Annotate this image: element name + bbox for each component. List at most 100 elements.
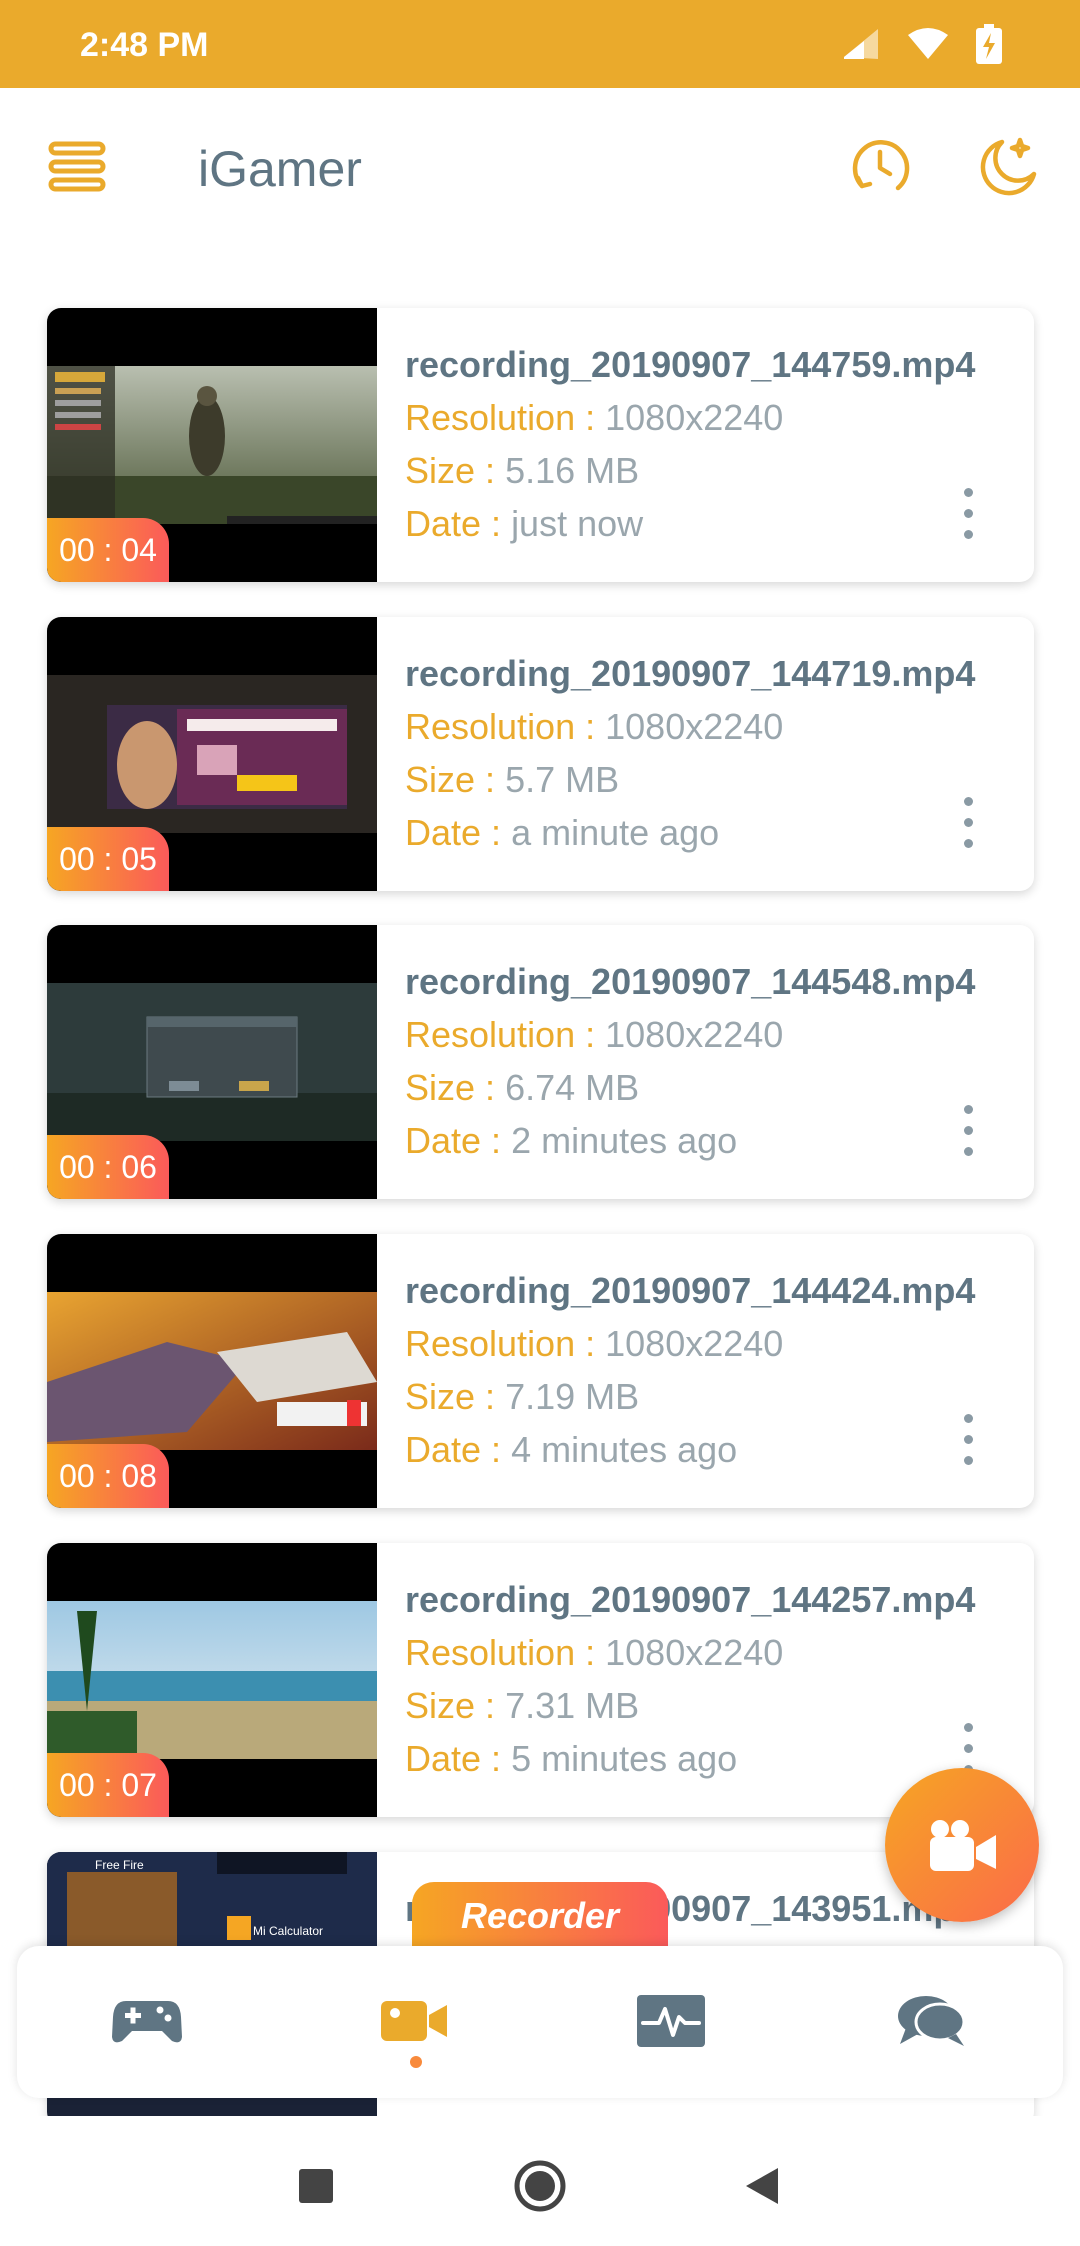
date-value: just now <box>511 503 644 544</box>
date-row: Date : 2 minutes ago <box>405 1114 975 1167</box>
resolution-label: Resolution : <box>405 706 596 747</box>
system-navigation-bar <box>0 2116 1080 2246</box>
nav-recordings[interactable] <box>375 1986 455 2056</box>
nav-activity[interactable] <box>631 1986 711 2056</box>
duration-badge: 00 : 07 <box>47 1753 169 1817</box>
resolution-row: Resolution : 1080x2240 <box>405 1008 975 1061</box>
resolution-value: 1080x2240 <box>605 397 784 438</box>
date-value: a minute ago <box>511 812 720 853</box>
game-thumbnail-island <box>47 1601 377 1759</box>
size-label: Size : <box>405 450 496 491</box>
nav-games[interactable] <box>107 1986 187 2056</box>
more-options-button[interactable] <box>958 1414 978 1470</box>
date-label: Date : <box>405 1429 502 1470</box>
size-label: Size : <box>405 1376 496 1417</box>
more-options-button[interactable] <box>958 1105 978 1161</box>
back-triangle-icon <box>746 2168 778 2204</box>
square-icon <box>299 2169 333 2203</box>
video-thumbnail[interactable]: 00 : 05 <box>47 617 377 891</box>
more-vert-icon <box>963 1414 973 1423</box>
size-label: Size : <box>405 1067 496 1108</box>
resolution-value: 1080x2240 <box>605 1014 784 1055</box>
thumb-caption-game: Free Fire <box>95 1858 144 1872</box>
size-value: 7.31 MB <box>505 1685 640 1726</box>
back-button[interactable] <box>732 2156 792 2216</box>
date-value: 2 minutes ago <box>511 1120 738 1161</box>
date-label: Date : <box>405 812 502 853</box>
bottom-navigation <box>17 1946 1063 2098</box>
file-name: recording_20190907_144759.mp4 <box>405 344 976 385</box>
chat-icon <box>898 1996 966 2046</box>
more-vert-icon <box>963 1105 973 1114</box>
thumb-caption-app: Mi Calculator <box>253 1924 324 1938</box>
date-value: 4 minutes ago <box>511 1429 738 1470</box>
recording-info: recording_20190907_144759.mp4 Resolution… <box>405 338 975 550</box>
size-row: Size : 7.19 MB <box>405 1370 975 1423</box>
home-circle-icon <box>514 2160 566 2212</box>
resolution-value: 1080x2240 <box>605 706 784 747</box>
size-row: Size : 7.31 MB <box>405 1679 975 1732</box>
duration-badge: 00 : 06 <box>47 1135 169 1199</box>
game-thumbnail-dialog <box>47 983 377 1141</box>
more-vert-icon <box>963 797 973 806</box>
size-value: 5.7 MB <box>505 759 620 800</box>
resolution-value: 1080x2240 <box>605 1323 784 1364</box>
recording-card[interactable]: 00 : 05 recording_20190907_144719.mp4 Re… <box>47 617 1034 891</box>
file-name: recording_20190907_144257.mp4 <box>405 1579 976 1620</box>
video-thumbnail[interactable]: 00 : 07 <box>47 1543 377 1817</box>
size-value: 6.74 MB <box>505 1067 640 1108</box>
date-label: Date : <box>405 503 502 544</box>
resolution-label: Resolution : <box>405 1632 596 1673</box>
date-value: 5 minutes ago <box>511 1738 738 1779</box>
size-label: Size : <box>405 759 496 800</box>
file-name: recording_20190907_144719.mp4 <box>405 653 976 694</box>
video-camera-icon <box>930 1820 996 1871</box>
date-row: Date : 4 minutes ago <box>405 1423 975 1476</box>
date-row: Date : just now <box>405 497 975 550</box>
resolution-label: Resolution : <box>405 1323 596 1364</box>
resolution-row: Resolution : 1080x2240 <box>405 700 975 753</box>
home-button[interactable] <box>510 2156 570 2216</box>
size-row: Size : 5.16 MB <box>405 444 975 497</box>
active-tab-indicator <box>410 2056 422 2068</box>
size-row: Size : 6.74 MB <box>405 1061 975 1114</box>
resolution-value: 1080x2240 <box>605 1632 784 1673</box>
resolution-row: Resolution : 1080x2240 <box>405 1317 975 1370</box>
more-options-button[interactable] <box>958 488 978 544</box>
duration-badge: 00 : 08 <box>47 1444 169 1508</box>
size-value: 5.16 MB <box>505 450 640 491</box>
game-thumbnail-outfit-promo <box>47 675 377 833</box>
recorder-tab-label: Recorder <box>412 1882 668 1950</box>
duration-badge: 00 : 04 <box>47 518 169 582</box>
resolution-row: Resolution : 1080x2240 <box>405 391 975 444</box>
more-options-button[interactable] <box>958 797 978 853</box>
recording-info: recording_20190907_144257.mp4 Resolution… <box>405 1573 975 1785</box>
size-label: Size : <box>405 1685 496 1726</box>
recent-apps-button[interactable] <box>286 2156 346 2216</box>
resolution-label: Resolution : <box>405 1014 596 1055</box>
video-thumbnail[interactable]: 00 : 08 <box>47 1234 377 1508</box>
size-row: Size : 5.7 MB <box>405 753 975 806</box>
record-button[interactable] <box>885 1768 1039 1922</box>
video-thumbnail[interactable]: 00 : 04 <box>47 308 377 582</box>
size-value: 7.19 MB <box>505 1376 640 1417</box>
file-name: recording_20190907_144424.mp4 <box>405 1270 976 1311</box>
recording-card[interactable]: 00 : 06 recording_20190907_144548.mp4 Re… <box>47 925 1034 1199</box>
duration-badge: 00 : 05 <box>47 827 169 891</box>
activity-monitor-icon <box>637 1995 705 2047</box>
recording-card[interactable]: 00 : 08 recording_20190907_144424.mp4 Re… <box>47 1234 1034 1508</box>
game-thumbnail-pubg-lobby <box>47 366 377 524</box>
nav-chat[interactable] <box>891 1986 971 2056</box>
recording-card[interactable]: 00 : 07 recording_20190907_144257.mp4 Re… <box>47 1543 1034 1817</box>
recording-card[interactable]: 00 : 04 recording_20190907_144759.mp4 Re… <box>47 308 1034 582</box>
gamepad-icon <box>112 2001 182 2043</box>
resolution-row: Resolution : 1080x2240 <box>405 1626 975 1679</box>
file-name: recording_20190907_144548.mp4 <box>405 961 976 1002</box>
recording-info: recording_20190907_144548.mp4 Resolution… <box>405 955 975 1167</box>
resolution-label: Resolution : <box>405 397 596 438</box>
date-label: Date : <box>405 1738 502 1779</box>
more-vert-icon <box>963 488 973 497</box>
game-thumbnail-racing <box>47 1292 377 1450</box>
video-thumbnail[interactable]: 00 : 06 <box>47 925 377 1199</box>
video-camera-icon <box>381 2001 447 2041</box>
